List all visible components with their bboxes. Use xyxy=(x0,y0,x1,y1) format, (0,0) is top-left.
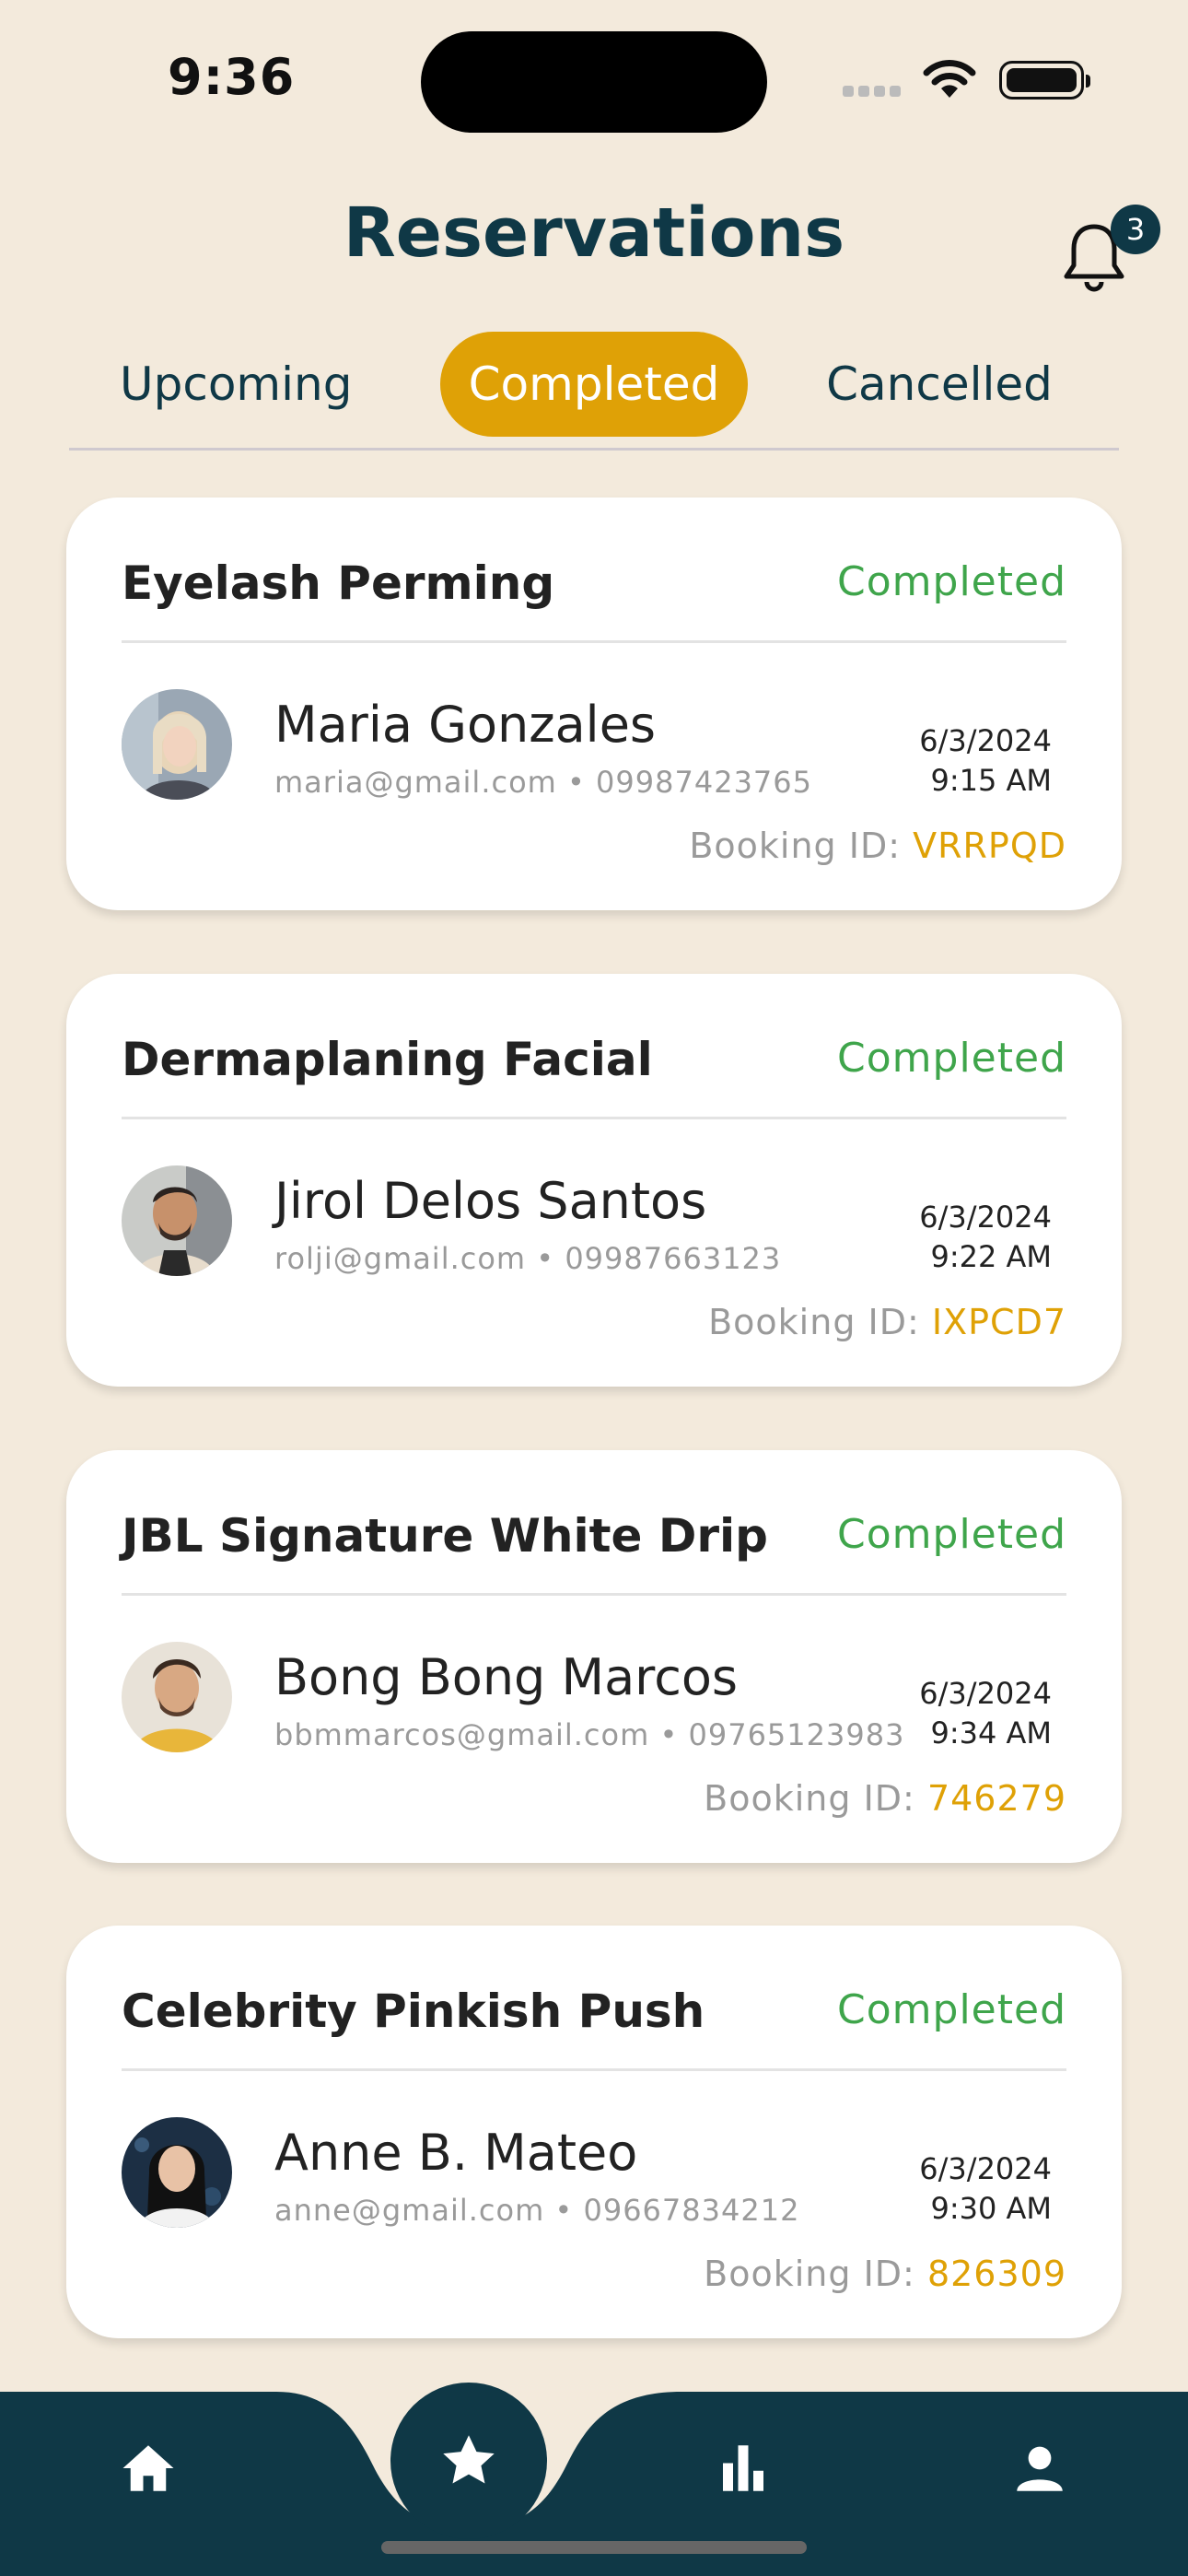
card-divider xyxy=(122,1117,1066,1119)
booking-id-label: Booking ID: xyxy=(689,825,914,866)
wifi-icon xyxy=(923,60,976,98)
booking-id-label: Booking ID: xyxy=(704,1778,927,1819)
status-label: Completed xyxy=(837,1511,1066,1558)
booking-id-value: 746279 xyxy=(926,1778,1066,1819)
reservation-time: 9:30 AM xyxy=(930,2191,1052,2226)
customer-name: Bong Bong Marcos xyxy=(274,1648,739,1706)
card-divider xyxy=(122,1593,1066,1596)
booking-id: Booking ID: VRRPQD xyxy=(689,825,1066,866)
service-name: Eyelash Perming xyxy=(122,556,555,610)
status-label: Completed xyxy=(837,1986,1066,2033)
status-time: 9:36 xyxy=(168,48,296,106)
reservation-card[interactable]: Dermaplaning Facial Completed Jirol Delo… xyxy=(66,974,1122,1387)
status-label: Completed xyxy=(837,558,1066,605)
reservation-date: 6/3/2024 xyxy=(919,1676,1052,1711)
battery-icon xyxy=(999,61,1090,100)
star-icon xyxy=(443,2435,495,2484)
customer-name: Maria Gonzales xyxy=(274,696,657,754)
booking-id: Booking ID: IXPCD7 xyxy=(708,1302,1066,1342)
reservation-date: 6/3/2024 xyxy=(919,723,1052,758)
notification-badge[interactable]: 3 xyxy=(1111,205,1160,254)
avatar xyxy=(122,1165,232,1276)
booking-id: Booking ID: 746279 xyxy=(704,1778,1066,1819)
dynamic-island xyxy=(421,31,767,133)
service-name: Celebrity Pinkish Push xyxy=(122,1985,705,2038)
booking-id-label: Booking ID: xyxy=(708,1302,932,1342)
page-title: Reservations xyxy=(343,193,845,273)
reservation-card[interactable]: Celebrity Pinkish Push Completed Anne B.… xyxy=(66,1926,1122,2338)
reservation-tabs: Upcoming Completed Cancelled xyxy=(69,332,1119,437)
booking-id-label: Booking ID: xyxy=(704,2254,927,2294)
reservation-date: 6/3/2024 xyxy=(919,2151,1052,2186)
card-divider xyxy=(122,2068,1066,2071)
status-bar: 9:36 xyxy=(0,0,1188,157)
customer-name: Jirol Delos Santos xyxy=(274,1172,707,1230)
booking-id-value: 826309 xyxy=(926,2254,1066,2294)
customer-contact: bbmmarcos@gmail.com • 09765123983 xyxy=(274,1717,905,1752)
reservation-date: 6/3/2024 xyxy=(919,1200,1052,1235)
avatar xyxy=(122,1642,232,1752)
service-name: Dermaplaning Facial xyxy=(122,1033,653,1086)
tab-completed[interactable]: Completed xyxy=(440,332,748,437)
bar-chart-icon[interactable] xyxy=(713,2438,774,2499)
home-indicator xyxy=(381,2541,807,2554)
reservation-card[interactable]: JBL Signature White Drip Completed Bong … xyxy=(66,1450,1122,1863)
person-icon[interactable] xyxy=(1009,2438,1070,2499)
home-icon[interactable] xyxy=(118,2438,179,2499)
reservation-time: 9:34 AM xyxy=(930,1715,1052,1751)
customer-contact: rolji@gmail.com • 09987663123 xyxy=(274,1241,782,1276)
avatar xyxy=(122,689,232,800)
reservation-time: 9:15 AM xyxy=(930,763,1052,798)
reservation-time: 9:22 AM xyxy=(930,1239,1052,1274)
service-name: JBL Signature White Drip xyxy=(122,1509,768,1563)
card-divider xyxy=(122,640,1066,643)
customer-contact: maria@gmail.com • 09987423765 xyxy=(274,765,812,800)
avatar xyxy=(122,2117,232,2228)
customer-name: Anne B. Mateo xyxy=(274,2124,638,2182)
customer-contact: anne@gmail.com • 09667834212 xyxy=(274,2193,800,2228)
reservation-card[interactable]: Eyelash Perming Completed Maria Gonzales… xyxy=(66,498,1122,910)
tab-upcoming[interactable]: Upcoming xyxy=(120,332,352,437)
tab-cancelled[interactable]: Cancelled xyxy=(815,332,1064,437)
tabs-divider xyxy=(69,448,1119,451)
booking-id-value: IXPCD7 xyxy=(931,1302,1066,1342)
booking-id-value: VRRPQD xyxy=(913,825,1066,866)
booking-id: Booking ID: 826309 xyxy=(704,2254,1066,2294)
cellular-signal-icon xyxy=(843,83,907,97)
status-label: Completed xyxy=(837,1035,1066,1082)
